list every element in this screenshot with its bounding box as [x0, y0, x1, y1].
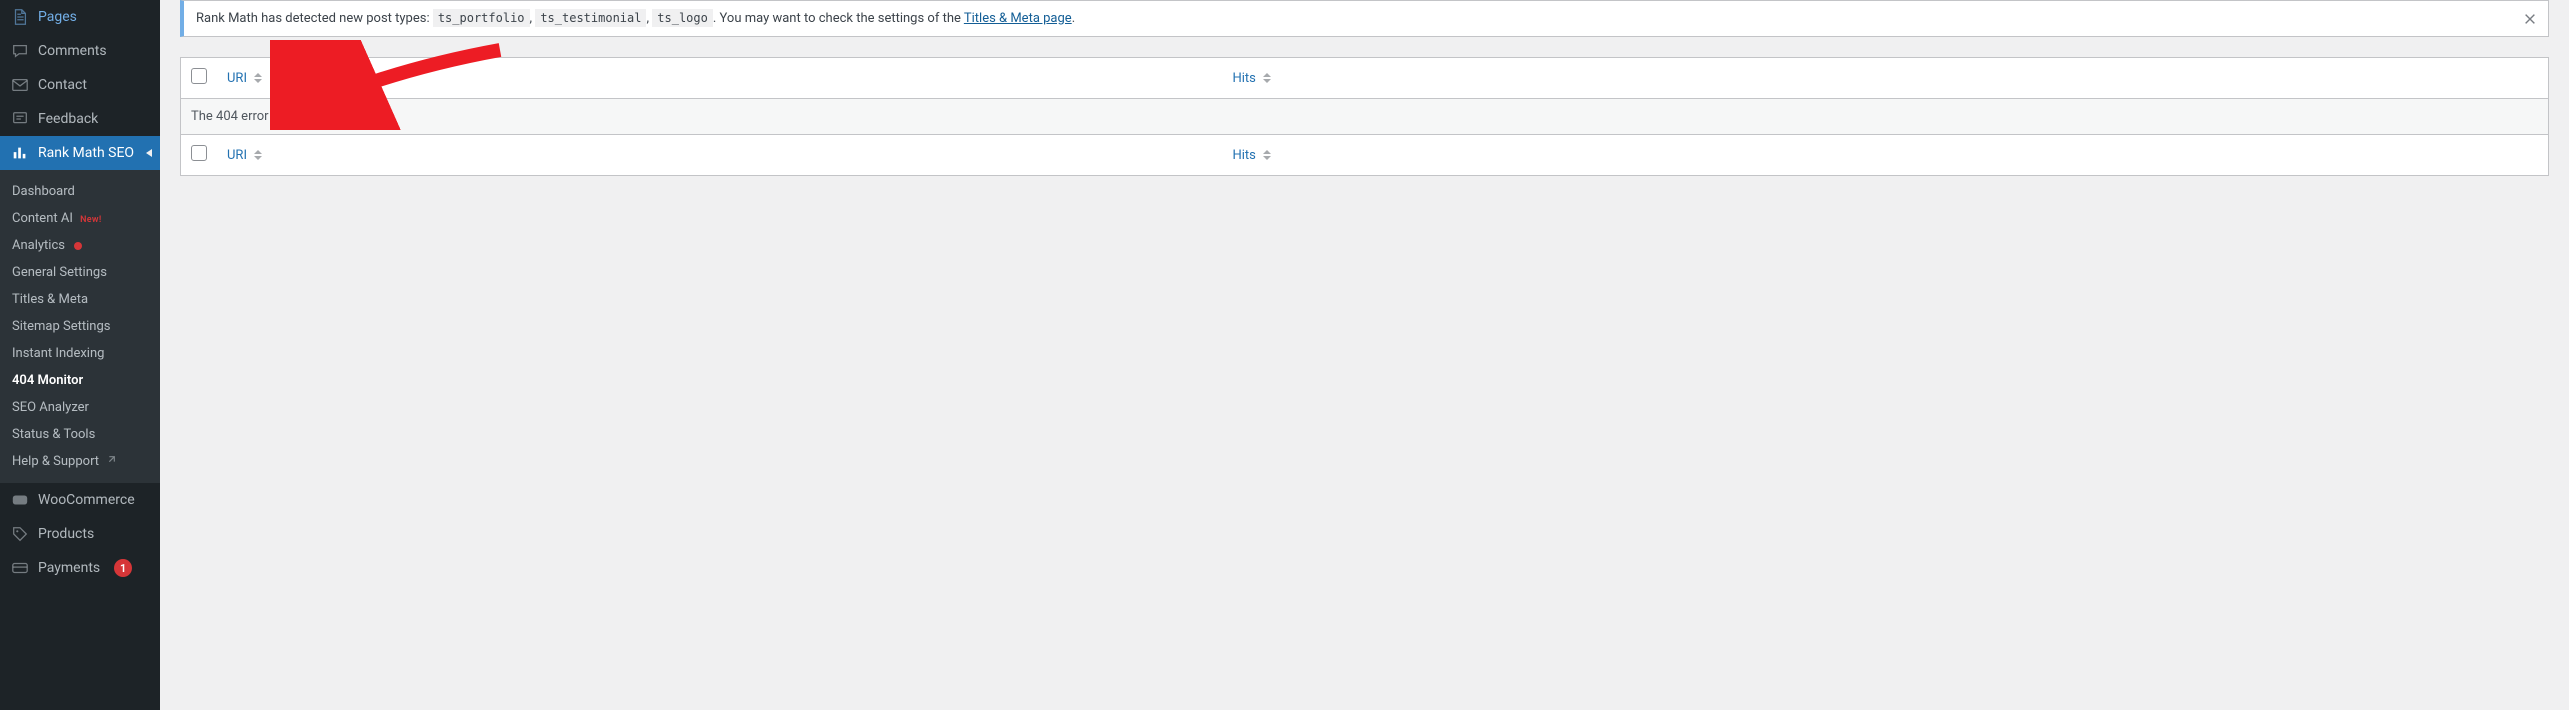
sidebar-label: Contact [38, 77, 87, 93]
sidebar-item-pages[interactable]: Pages [0, 0, 160, 34]
content-area: Rank Math has detected new post types: t… [160, 0, 2569, 710]
sidebar-label: Comments [38, 43, 107, 59]
code-tag: ts_testimonial [535, 9, 646, 27]
select-all-footer [181, 134, 217, 175]
notification-dot-icon [74, 242, 82, 250]
code-tag: ts_logo [652, 9, 713, 27]
sort-icon [254, 73, 262, 83]
submenu-titles-meta[interactable]: Titles & Meta [0, 286, 160, 313]
select-all-header [181, 58, 217, 99]
sidebar-label: Payments [38, 560, 100, 576]
payments-icon [10, 558, 30, 578]
select-all-checkbox[interactable] [191, 68, 207, 84]
submenu-seo-analyzer[interactable]: SEO Analyzer [0, 394, 160, 421]
woo-icon [10, 490, 30, 510]
sidebar-item-rankmath[interactable]: Rank Math SEO [0, 136, 160, 170]
sort-icon [1263, 150, 1271, 160]
empty-log-message: The 404 error log is empty. [181, 99, 2548, 134]
column-header-uri[interactable]: URI [217, 58, 1222, 99]
close-icon [2523, 12, 2537, 26]
external-link-icon [106, 455, 116, 465]
chevron-left-icon [146, 149, 152, 157]
submenu-dashboard[interactable]: Dashboard [0, 178, 160, 205]
new-post-types-notice: Rank Math has detected new post types: t… [180, 0, 2549, 37]
sidebar-item-woocommerce[interactable]: WooCommerce [0, 483, 160, 517]
titles-meta-link[interactable]: Titles & Meta page [964, 11, 1072, 26]
submenu-analytics[interactable]: Analytics [0, 232, 160, 259]
count-badge: 1 [114, 559, 132, 577]
select-all-checkbox-footer[interactable] [191, 145, 207, 161]
mail-icon [10, 75, 30, 95]
notice-text: Rank Math has detected new post types: t… [196, 11, 1075, 26]
column-header-hits[interactable]: Hits [1222, 58, 2548, 99]
submenu-status-tools[interactable]: Status & Tools [0, 421, 160, 448]
sort-icon [254, 150, 262, 160]
submenu-sitemap[interactable]: Sitemap Settings [0, 313, 160, 340]
admin-sidebar: Pages Comments Contact Feedback Rank Mat… [0, 0, 160, 710]
code-tag: ts_portfolio [433, 9, 530, 27]
sidebar-label: Pages [38, 9, 77, 25]
dismiss-notice-button[interactable] [2516, 5, 2544, 33]
sidebar-item-comments[interactable]: Comments [0, 34, 160, 68]
sidebar-item-payments[interactable]: Payments 1 [0, 551, 160, 585]
submenu-general-settings[interactable]: General Settings [0, 259, 160, 286]
sidebar-label: Feedback [38, 111, 98, 127]
sidebar-label: Rank Math SEO [38, 145, 134, 161]
sidebar-item-contact[interactable]: Contact [0, 68, 160, 102]
submenu-content-ai[interactable]: Content AI New! [0, 205, 160, 232]
submenu-instant-indexing[interactable]: Instant Indexing [0, 340, 160, 367]
sidebar-label: WooCommerce [38, 492, 135, 508]
rankmath-submenu: Dashboard Content AI New! Analytics Gene… [0, 170, 160, 483]
badge-new: New! [80, 215, 101, 225]
sort-icon [1263, 73, 1271, 83]
pages-icon [10, 7, 30, 27]
product-icon [10, 524, 30, 544]
submenu-label: Content AI [12, 211, 73, 226]
submenu-label: Help & Support [12, 454, 99, 469]
chart-icon [10, 143, 30, 163]
feedback-icon [10, 109, 30, 129]
submenu-404-monitor[interactable]: 404 Monitor [0, 367, 160, 394]
submenu-label: Analytics [12, 238, 65, 253]
column-footer-hits[interactable]: Hits [1222, 134, 2548, 175]
error-log-table: URI Hits The 404 error log is empty. [180, 57, 2549, 176]
table-empty-row: The 404 error log is empty. [181, 99, 2548, 134]
submenu-help-support[interactable]: Help & Support [0, 448, 160, 475]
comment-icon [10, 41, 30, 61]
column-footer-uri[interactable]: URI [217, 134, 1222, 175]
sidebar-item-products[interactable]: Products [0, 517, 160, 551]
sidebar-label: Products [38, 526, 94, 542]
sidebar-item-feedback[interactable]: Feedback [0, 102, 160, 136]
